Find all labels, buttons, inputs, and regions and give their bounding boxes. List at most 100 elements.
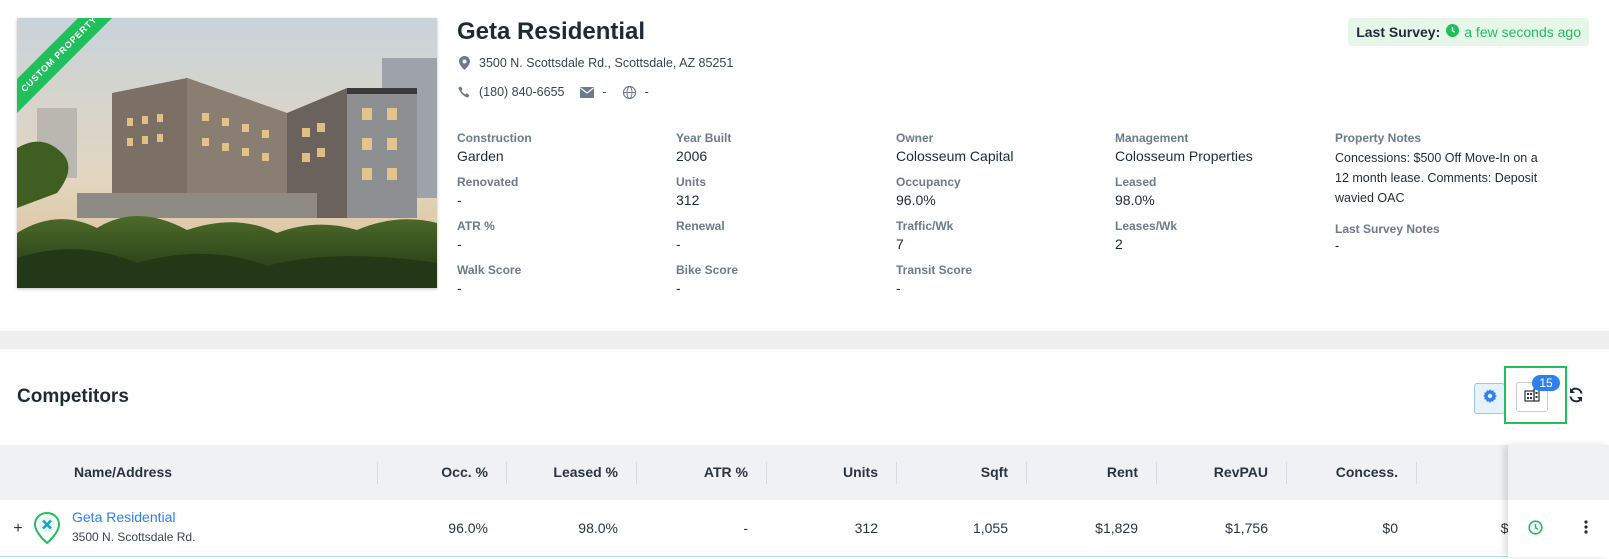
refresh-icon — [1568, 387, 1584, 408]
field-year-built: Year Built 2006 — [676, 131, 876, 164]
field-leased: Leased 98.0% — [1115, 175, 1315, 208]
field-traffic: Traffic/Wk 7 — [896, 219, 1096, 252]
field-value: 96.0% — [896, 192, 936, 208]
field-value: - — [457, 192, 462, 208]
col-occ[interactable]: Occ. % — [400, 445, 488, 500]
last-survey-badge: Last Survey: a few seconds ago — [1348, 18, 1589, 46]
cell-units: 312 — [854, 520, 878, 536]
field-transit-score: Transit Score - — [896, 263, 1096, 296]
property-logo-icon — [33, 511, 61, 549]
contact-row: (180) 840-6655 - - — [457, 85, 665, 99]
field-label: Leased — [1115, 175, 1157, 189]
competitors-title: Competitors — [17, 386, 129, 407]
email-group[interactable]: - — [580, 85, 607, 99]
competitor-address: 3500 N. Scottsdale Rd. — [72, 530, 196, 544]
property-card: CUSTOM PROPERTY Geta Residential 3500 N.… — [0, 0, 1609, 331]
phone-number[interactable]: (180) 840-6655 — [479, 85, 564, 99]
property-photo[interactable]: CUSTOM PROPERTY — [17, 18, 437, 288]
col-leased[interactable]: Leased % — [530, 445, 618, 500]
phone-group[interactable]: (180) 840-6655 — [457, 85, 564, 99]
field-label: Year Built — [676, 131, 732, 145]
globe-icon — [623, 85, 637, 99]
refresh-button[interactable] — [1566, 387, 1586, 407]
field-management: Management Colosseum Properties — [1115, 131, 1315, 164]
field-value: Garden — [457, 148, 504, 164]
property-notes: Property Notes Concessions: $500 Off Mov… — [1335, 131, 1575, 208]
field-owner: Owner Colosseum Capital — [896, 131, 1096, 164]
col-atr[interactable]: ATR % — [660, 445, 748, 500]
field-value: - — [896, 280, 901, 296]
col-name[interactable]: Name/Address — [74, 445, 172, 500]
column-divider — [896, 462, 897, 484]
field-leases-wk: Leases/Wk 2 — [1115, 219, 1315, 252]
field-label: Units — [676, 175, 706, 189]
field-label: ATR % — [457, 219, 495, 233]
field-construction: Construction Garden — [457, 131, 657, 164]
last-survey-notes-text: - — [1335, 239, 1340, 253]
field-value: Colosseum Capital — [896, 148, 1014, 164]
gear-icon — [1482, 389, 1497, 408]
email-value[interactable]: - — [602, 85, 606, 99]
column-divider — [506, 462, 507, 484]
field-value: 7 — [896, 236, 904, 252]
col-units[interactable]: Units — [790, 445, 878, 500]
column-divider — [377, 462, 378, 484]
field-label: Renewal — [676, 219, 725, 233]
settings-button[interactable] — [1474, 383, 1505, 414]
phone-icon — [457, 85, 471, 99]
property-notes-label: Property Notes — [1335, 131, 1422, 145]
field-label: Leases/Wk — [1115, 219, 1178, 233]
cell-concess: $0 — [1382, 520, 1398, 536]
field-label: Bike Score — [676, 263, 739, 277]
field-value: - — [676, 236, 681, 252]
field-atr: ATR % - — [457, 219, 657, 252]
field-renovated: Renovated - — [457, 175, 657, 208]
survey-history-icon[interactable] — [1528, 520, 1543, 540]
competitors-table-header: Name/Address Occ. % Leased % ATR % Units… — [0, 445, 1609, 500]
field-label: Owner — [896, 131, 934, 145]
last-survey-notes: Last Survey Notes - — [1335, 222, 1575, 253]
field-value: Colosseum Properties — [1115, 148, 1253, 164]
building-image — [17, 18, 437, 288]
competitor-count-badge: 15 — [1532, 375, 1560, 391]
col-rent[interactable]: Rent — [1050, 445, 1138, 500]
table-row[interactable]: + Geta Residential 3500 N. Scottsdale Rd… — [0, 500, 1609, 557]
col-concess[interactable]: Concess. — [1310, 445, 1398, 500]
website-value[interactable]: - — [645, 85, 649, 99]
field-value: 2 — [1115, 236, 1123, 252]
address-row: 3500 N. Scottsdale Rd., Scottsdale, AZ 8… — [457, 56, 733, 70]
field-value: 2006 — [676, 148, 708, 164]
envelope-icon — [580, 85, 595, 99]
field-bike-score: Bike Score - — [676, 263, 876, 296]
field-label: Occupancy — [896, 175, 961, 189]
column-divider — [1026, 462, 1027, 484]
field-label: Renovated — [457, 175, 519, 189]
col-revpau[interactable]: RevPAU — [1180, 445, 1268, 500]
field-value: - — [457, 236, 462, 252]
website-group[interactable]: - — [623, 85, 649, 99]
cell-leased: 98.0% — [578, 520, 618, 536]
property-notes-text: Concessions: $500 Off Move-In on a 12 mo… — [1335, 151, 1538, 205]
row-name-cell: Geta Residential 3500 N. Scottsdale Rd. — [72, 509, 195, 544]
expand-row-button[interactable]: + — [11, 500, 25, 557]
map-pin-icon — [457, 56, 471, 70]
cell-occ: 96.0% — [448, 520, 488, 536]
competitors-card: Competitors 15 Name/Address Occ. % Lease… — [0, 349, 1609, 559]
last-survey-value: a few seconds ago — [1464, 24, 1581, 40]
field-value: 98.0% — [1115, 192, 1155, 208]
column-divider — [1156, 462, 1157, 484]
competitor-name-link[interactable]: Geta Residential — [72, 509, 195, 525]
column-divider — [636, 462, 637, 484]
field-occupancy: Occupancy 96.0% — [896, 175, 1096, 208]
field-units: Units 312 — [676, 175, 876, 208]
row-actions-column — [1508, 445, 1609, 557]
column-divider — [766, 462, 767, 484]
column-divider — [1286, 462, 1287, 484]
field-label: Walk Score — [457, 263, 522, 277]
clock-icon — [1446, 24, 1460, 40]
more-options-icon[interactable] — [1584, 520, 1588, 539]
cell-revpau: $1,756 — [1225, 520, 1268, 536]
col-sqft[interactable]: Sqft — [920, 445, 1008, 500]
field-label: Management — [1115, 131, 1189, 145]
cell-atr: - — [743, 520, 748, 536]
